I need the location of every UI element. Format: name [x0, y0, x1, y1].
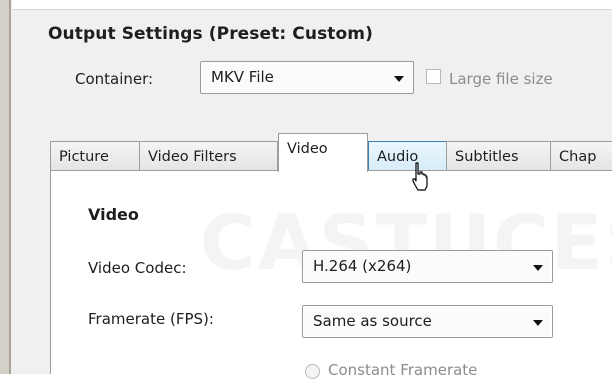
tab-picture[interactable]: Picture: [50, 141, 140, 171]
dropdown-arrow-icon: [533, 265, 543, 271]
large-file-size-label: Large file size: [449, 70, 553, 88]
tab-chapters-label: Chap: [559, 149, 597, 165]
constant-framerate-radio[interactable]: [305, 364, 320, 379]
constant-framerate-label: Constant Framerate: [328, 361, 478, 379]
tab-video[interactable]: Video: [278, 133, 368, 172]
framerate-label: Framerate (FPS):: [88, 310, 214, 328]
window-top-frame: [12, 0, 612, 9]
tab-audio[interactable]: Audio: [368, 141, 447, 171]
video-codec-label: Video Codec:: [88, 259, 187, 277]
framerate-dropdown[interactable]: Same as source: [302, 305, 553, 338]
dropdown-arrow-icon: [533, 320, 543, 326]
container-dropdown-value: MKV File: [211, 68, 274, 86]
container-label: Container:: [75, 70, 154, 88]
tab-subtitles[interactable]: Subtitles: [446, 141, 551, 171]
window-top-frame-shadow: [12, 9, 612, 10]
tab-chapters[interactable]: Chap: [550, 141, 612, 171]
video-codec-value: H.264 (x264): [313, 257, 412, 275]
tab-picture-label: Picture: [59, 149, 109, 165]
video-codec-dropdown[interactable]: H.264 (x264): [302, 250, 553, 283]
tab-video-filters[interactable]: Video Filters: [139, 141, 278, 171]
framerate-value: Same as source: [313, 312, 432, 330]
output-settings-title: Output Settings (Preset: Custom): [48, 24, 373, 44]
tab-subtitles-label: Subtitles: [455, 149, 519, 165]
dropdown-arrow-icon: [394, 76, 404, 82]
tab-video-filters-label: Video Filters: [148, 149, 237, 165]
mouse-pointer-icon: [412, 162, 428, 191]
window-left-frame: [0, 0, 9, 374]
container-dropdown[interactable]: MKV File: [200, 61, 414, 94]
tab-video-label: Video: [287, 141, 328, 157]
large-file-size-checkbox[interactable]: [426, 69, 441, 84]
video-section-title: Video: [88, 205, 139, 224]
